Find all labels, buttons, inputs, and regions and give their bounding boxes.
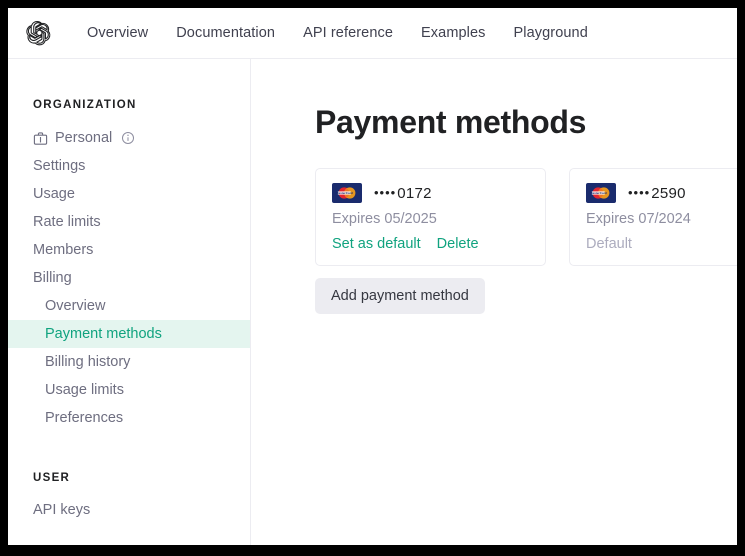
top-navigation-bar: Overview Documentation API reference Exa… <box>8 8 737 59</box>
sidebar-item-label: Billing history <box>45 354 131 370</box>
page-root: Overview Documentation API reference Exa… <box>8 8 737 545</box>
sidebar-item-billing-overview[interactable]: Overview <box>8 292 250 320</box>
nav-link-examples[interactable]: Examples <box>407 21 499 45</box>
payment-method-card[interactable]: MasterCard •••• 0172 Expires 05/2025 Set … <box>315 168 546 266</box>
sidebar-item-label: Payment methods <box>45 326 162 342</box>
card-header: MasterCard •••• 0172 <box>332 183 529 203</box>
sidebar-item-preferences[interactable]: Preferences <box>8 404 250 432</box>
sidebar-item-billing[interactable]: Billing <box>8 264 250 292</box>
card-number: •••• 0172 <box>374 185 432 202</box>
nav-link-overview[interactable]: Overview <box>73 21 162 45</box>
mastercard-icon: MasterCard <box>332 183 362 203</box>
card-header: MasterCard •••• 2590 <box>586 183 737 203</box>
window-frame: Overview Documentation API reference Exa… <box>0 0 745 556</box>
sidebar-item-label: Overview <box>45 298 106 314</box>
card-last4: 0172 <box>397 184 432 202</box>
openai-logo-icon[interactable] <box>25 19 53 47</box>
sidebar-item-label: Rate limits <box>33 214 101 230</box>
sidebar-item-personal[interactable]: Personal <box>8 124 250 152</box>
mastercard-icon: MasterCard <box>586 183 616 203</box>
add-payment-method-button[interactable]: Add payment method <box>315 278 485 314</box>
main-content: Payment methods MasterCard •••• 0172 Exp… <box>252 59 737 545</box>
sidebar-section-organization: ORGANIZATION <box>33 99 137 111</box>
sidebar-section-user: USER <box>33 472 71 484</box>
card-actions: Set as default Delete <box>332 236 529 252</box>
card-expiry: Expires 07/2024 <box>586 211 691 227</box>
svg-text:MasterCard: MasterCard <box>336 191 353 195</box>
default-badge: Default <box>586 236 632 252</box>
sidebar-item-api-keys[interactable]: API keys <box>8 496 250 524</box>
card-number: •••• 2590 <box>628 185 686 202</box>
briefcase-icon <box>33 131 48 146</box>
delete-link[interactable]: Delete <box>437 236 479 252</box>
card-expiry: Expires 05/2025 <box>332 211 437 227</box>
card-last4: 2590 <box>651 184 686 202</box>
sidebar-item-label: Usage limits <box>45 382 124 398</box>
card-masked-dots: •••• <box>628 184 651 200</box>
nav-link-playground[interactable]: Playground <box>500 21 602 45</box>
sidebar-item-label: API keys <box>33 502 91 518</box>
sidebar-item-usage[interactable]: Usage <box>8 180 250 208</box>
set-as-default-link[interactable]: Set as default <box>332 236 421 252</box>
sidebar-item-usage-limits[interactable]: Usage limits <box>8 376 250 404</box>
sidebar-item-label: Usage <box>33 186 75 202</box>
info-circle-icon[interactable] <box>121 131 135 145</box>
sidebar-item-label: Billing <box>33 270 72 286</box>
sidebar: ORGANIZATION Personal Settings Usage Rat… <box>8 59 251 545</box>
sidebar-item-billing-history[interactable]: Billing history <box>8 348 250 376</box>
sidebar-item-settings[interactable]: Settings <box>8 152 250 180</box>
card-masked-dots: •••• <box>374 184 397 200</box>
payment-methods-list: MasterCard •••• 0172 Expires 05/2025 Set … <box>315 168 737 266</box>
sidebar-item-members[interactable]: Members <box>8 236 250 264</box>
sidebar-item-label: Settings <box>33 158 86 174</box>
sidebar-item-label: Members <box>33 242 94 258</box>
nav-link-documentation[interactable]: Documentation <box>162 21 289 45</box>
sidebar-item-label: Personal <box>55 130 113 146</box>
nav-link-api-reference[interactable]: API reference <box>289 21 407 45</box>
sidebar-item-payment-methods[interactable]: Payment methods <box>8 320 250 348</box>
payment-method-card[interactable]: MasterCard •••• 2590 Expires 07/2024 Defa… <box>569 168 737 266</box>
sidebar-item-rate-limits[interactable]: Rate limits <box>8 208 250 236</box>
svg-text:MasterCard: MasterCard <box>590 191 607 195</box>
sidebar-item-label: Preferences <box>45 410 124 426</box>
nav-links: Overview Documentation API reference Exa… <box>73 21 602 45</box>
page-title: Payment methods <box>315 104 587 140</box>
